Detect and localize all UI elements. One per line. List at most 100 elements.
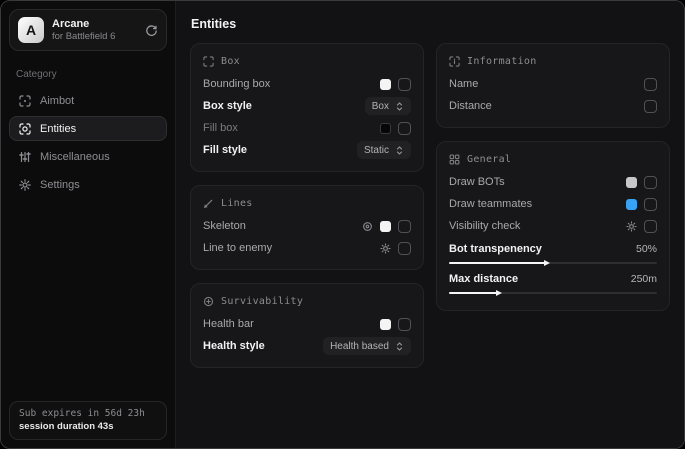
visibility-check-row: Visibility check <box>449 215 657 237</box>
main-panel: Entities Box Bounding box <box>176 1 684 448</box>
max-distance-label: Max distance <box>449 273 518 285</box>
refresh-icon[interactable] <box>145 24 158 37</box>
draw-bots-row: Draw BOTs <box>449 171 657 193</box>
bounding-box-color-swatch[interactable] <box>380 79 391 90</box>
lines-card: Lines Skeleton <box>190 185 424 270</box>
chevrons-up-down-icon <box>395 341 404 352</box>
distance-row: Distance <box>449 95 657 117</box>
health-bar-color-swatch[interactable] <box>380 319 391 330</box>
name-checkbox[interactable] <box>644 78 657 91</box>
chevrons-up-down-icon <box>395 145 404 156</box>
skeleton-checkbox[interactable] <box>398 220 411 233</box>
bounding-box-label: Bounding box <box>203 78 270 90</box>
skeleton-color-swatch[interactable] <box>380 221 391 232</box>
draw-teammates-checkbox[interactable] <box>644 198 657 211</box>
slider-thumb[interactable] <box>496 290 502 296</box>
health-bar-label: Health bar <box>203 318 254 330</box>
skeleton-settings-icon[interactable] <box>362 221 373 232</box>
health-style-label: Health style <box>203 340 265 352</box>
scan-eye-icon <box>18 123 31 135</box>
name-row: Name <box>449 73 657 95</box>
brand-logo: A <box>18 17 44 43</box>
distance-checkbox[interactable] <box>644 100 657 113</box>
draw-bots-checkbox[interactable] <box>644 176 657 189</box>
gear-icon[interactable] <box>626 221 637 232</box>
health-style-dropdown[interactable]: Health based <box>323 337 411 355</box>
max-distance-slider[interactable] <box>449 292 657 294</box>
sub-expires-text: Sub expires in 56d 23h <box>19 408 157 419</box>
box-style-label: Box style <box>203 100 252 112</box>
draw-teammates-label: Draw teammates <box>449 198 532 210</box>
gear-icon <box>18 179 31 191</box>
max-distance-group: Max distance 250m <box>449 270 657 294</box>
draw-teammates-color-swatch[interactable] <box>626 199 637 210</box>
info-scan-icon <box>449 56 460 67</box>
draw-bots-color-swatch[interactable] <box>626 177 637 188</box>
fill-style-dropdown[interactable]: Static <box>357 141 411 159</box>
visibility-check-checkbox[interactable] <box>644 220 657 233</box>
fill-box-label: Fill box <box>203 122 238 134</box>
bot-transparency-group: Bot transpenency 50% <box>449 240 657 264</box>
pencil-icon <box>203 198 214 209</box>
fill-box-row: Fill box <box>203 117 411 139</box>
visibility-check-label: Visibility check <box>449 220 520 232</box>
sidebar-item-label: Settings <box>40 179 80 191</box>
draw-teammates-row: Draw teammates <box>449 193 657 215</box>
subscription-info-card: Sub expires in 56d 23h session duration … <box>9 401 167 440</box>
sidebar: A Arcane for Battlefield 6 Category <box>1 1 176 448</box>
fill-box-color-swatch[interactable] <box>380 123 391 134</box>
line-to-enemy-label: Line to enemy <box>203 242 272 254</box>
fill-style-row: Fill style Static <box>203 139 411 161</box>
general-card: General Draw BOTs Draw teammates <box>436 141 670 311</box>
category-label: Category <box>16 69 167 80</box>
survivability-card: Survivability Health bar Health style He… <box>190 283 424 368</box>
page-title: Entities <box>191 17 670 31</box>
health-style-value: Health based <box>330 341 389 352</box>
sidebar-item-label: Entities <box>40 123 76 135</box>
sidebar-item-settings[interactable]: Settings <box>9 172 167 197</box>
distance-label: Distance <box>449 100 492 112</box>
crosshair-icon <box>18 95 31 107</box>
line-to-enemy-row: Line to enemy <box>203 237 411 259</box>
box-style-row: Box style Box <box>203 95 411 117</box>
grid-icon <box>449 154 460 165</box>
session-duration-text: session duration 43s <box>19 421 157 432</box>
max-distance-value: 250m <box>631 273 657 285</box>
gear-icon[interactable] <box>380 243 391 254</box>
box-style-value: Box <box>372 101 389 112</box>
sidebar-item-entities[interactable]: Entities <box>9 116 167 141</box>
sidebar-nav: Aimbot Entities Miscella <box>9 88 167 197</box>
skeleton-label: Skeleton <box>203 220 246 232</box>
bot-transparency-slider[interactable] <box>449 262 657 264</box>
bounding-box-checkbox[interactable] <box>398 78 411 91</box>
sidebar-item-miscellaneous[interactable]: Miscellaneous <box>9 144 167 169</box>
information-card: Information Name Distance <box>436 43 670 128</box>
health-bar-checkbox[interactable] <box>398 318 411 331</box>
health-style-row: Health style Health based <box>203 335 411 357</box>
health-bar-row: Health bar <box>203 313 411 335</box>
fill-style-value: Static <box>364 145 389 156</box>
line-to-enemy-checkbox[interactable] <box>398 242 411 255</box>
box-scan-icon <box>203 56 214 67</box>
bot-transparency-value: 50% <box>636 243 657 255</box>
chevrons-up-down-icon <box>395 101 404 112</box>
box-style-dropdown[interactable]: Box <box>365 97 411 115</box>
sidebar-item-aimbot[interactable]: Aimbot <box>9 88 167 113</box>
skeleton-row: Skeleton <box>203 215 411 237</box>
brand-text: Arcane for Battlefield 6 <box>52 18 137 42</box>
fill-box-checkbox[interactable] <box>398 122 411 135</box>
sidebar-item-label: Miscellaneous <box>40 151 110 163</box>
brand-name: Arcane <box>52 18 137 30</box>
bounding-box-row: Bounding box <box>203 73 411 95</box>
fill-style-label: Fill style <box>203 144 247 156</box>
survivability-card-title: Survivability <box>203 296 411 307</box>
sliders-icon <box>18 151 31 163</box>
information-card-title: Information <box>449 56 657 67</box>
draw-bots-label: Draw BOTs <box>449 176 505 188</box>
brand-card: A Arcane for Battlefield 6 <box>9 9 167 51</box>
brand-subtitle: for Battlefield 6 <box>52 31 137 42</box>
name-label: Name <box>449 78 478 90</box>
box-card-title: Box <box>203 56 411 67</box>
app-window: A Arcane for Battlefield 6 Category <box>0 0 685 449</box>
slider-thumb[interactable] <box>544 260 550 266</box>
